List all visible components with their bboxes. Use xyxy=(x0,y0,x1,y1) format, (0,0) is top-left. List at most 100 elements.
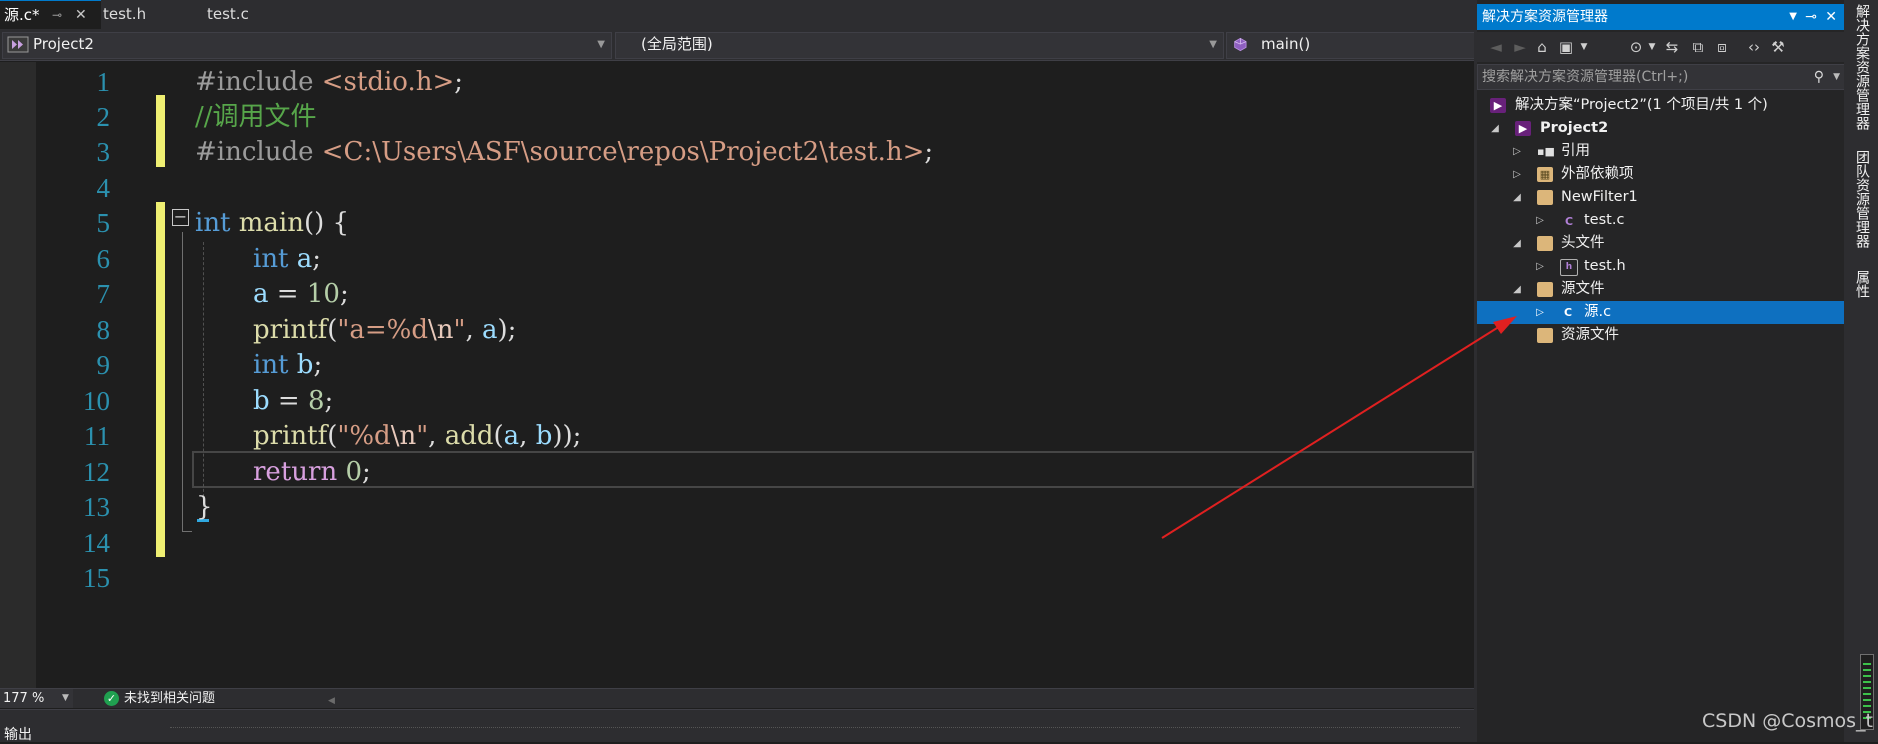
tree-item-references[interactable]: ▷ ▪■ 引用 xyxy=(1477,140,1847,163)
code-line-7: a = 10; xyxy=(253,279,349,309)
folder-icon xyxy=(1537,328,1553,343)
output-label[interactable]: 输出 xyxy=(4,724,32,744)
collapsed-icon[interactable]: ▷ xyxy=(1534,255,1546,278)
view-code-icon[interactable]: ‹› xyxy=(1745,38,1763,56)
current-line-highlight xyxy=(192,451,1474,488)
switch-views-icon[interactable]: ▣ xyxy=(1557,38,1575,56)
c-file-icon: C xyxy=(1564,215,1574,228)
project-icon: ▶ xyxy=(1515,121,1531,136)
side-tab-strip: 解决方案资源管理器 团队资源管理器 属性 xyxy=(1844,0,1878,742)
member-dropdown[interactable]: main() xyxy=(1226,32,1476,59)
pin-icon[interactable]: ⊸ xyxy=(52,1,62,30)
change-marker xyxy=(156,202,165,557)
tab-source-c[interactable]: 源.c* ⊸ ✕ xyxy=(0,0,101,30)
issues-label: 未找到相关问题 xyxy=(124,691,216,706)
function-icon xyxy=(1234,37,1247,52)
tree-item-project[interactable]: ◢ ▶ Project2 xyxy=(1477,117,1847,140)
output-panel-header: 输出 xyxy=(0,709,1474,744)
h-file-icon: h xyxy=(1560,259,1578,276)
code-line-6: int a; xyxy=(253,244,322,274)
tree-item-header-files[interactable]: ◢ 头文件 xyxy=(1477,232,1847,255)
chevron-down-icon: ▼ xyxy=(62,693,69,703)
check-circle-icon: ✓ xyxy=(104,691,119,706)
code-line-10: b = 8; xyxy=(253,386,334,416)
chevron-down-icon[interactable]: ▼ xyxy=(1575,38,1593,56)
panel-grip xyxy=(170,727,1460,728)
line-number: 5 xyxy=(96,208,111,238)
side-tab-team-explorer[interactable]: 团队资源管理器 xyxy=(1850,150,1872,248)
tree-item-source-files[interactable]: ◢ 源文件 xyxy=(1477,278,1847,301)
code-line-13: } xyxy=(196,492,213,522)
solution-explorer: 解决方案资源管理器 ▼ ⊸ ✕ ◄ ► ⌂ ▣ ▼ ⊙ ▼ ⇆ ⧉ ⧈ ‹› ⚒… xyxy=(1474,0,1847,742)
code-editor[interactable]: 1 2 3 4 5 6 7 8 9 10 11 12 13 14 15 − #i… xyxy=(0,62,1474,688)
collapsed-icon[interactable]: ▷ xyxy=(1534,301,1546,324)
tree-item-external-deps[interactable]: ▷ ▦ 外部依赖项 xyxy=(1477,163,1847,186)
line-number: 4 xyxy=(96,173,111,203)
folder-icon xyxy=(1537,282,1553,297)
line-number: 3 xyxy=(96,137,111,167)
tree-item-newfilter1[interactable]: ◢ NewFilter1 xyxy=(1477,186,1847,209)
collapse-icon[interactable]: − xyxy=(172,209,189,226)
code-line-2: //调用文件 xyxy=(195,102,317,132)
line-number: 12 xyxy=(83,457,110,487)
tree-item-solution[interactable]: ▶ 解决方案“Project2”(1 个项目/共 1 个) xyxy=(1477,94,1847,117)
watermark: CSDN @Cosmos_t xyxy=(1702,710,1873,732)
sync-icon[interactable]: ⇆ xyxy=(1663,38,1681,56)
external-deps-icon: ▦ xyxy=(1537,167,1553,182)
collapsed-icon[interactable]: ▷ xyxy=(1511,163,1523,186)
zoom-dropdown[interactable]: 177 % ▼ xyxy=(0,689,73,708)
collapse-all-icon[interactable]: ⧉ xyxy=(1689,38,1707,56)
line-number: 9 xyxy=(96,350,111,380)
expanded-icon[interactable]: ◢ xyxy=(1511,186,1523,209)
line-number: 13 xyxy=(83,492,110,522)
expanded-icon[interactable]: ◢ xyxy=(1489,117,1501,140)
line-number: 7 xyxy=(96,279,111,309)
line-number: 10 xyxy=(83,386,110,416)
code-line-12: return 0; xyxy=(253,457,371,487)
panel-title: 解决方案资源管理器 xyxy=(1482,9,1608,25)
tree-item-test-h[interactable]: ▷ h test.h xyxy=(1477,255,1847,278)
tree-item-test-c[interactable]: ▷ C test.c xyxy=(1477,209,1847,232)
scope-label: (全局范围) xyxy=(641,35,713,53)
code-line-3: #include <C:\Users\ASF\source\repos\Proj… xyxy=(195,137,934,167)
c-file-icon: C xyxy=(1563,306,1573,319)
code-line-1: #include <stdio.h>; xyxy=(195,67,464,97)
close-icon[interactable]: ✕ xyxy=(1825,4,1837,30)
home-icon[interactable]: ⌂ xyxy=(1533,38,1551,56)
search-placeholder: 搜索解决方案资源管理器(Ctrl+;) xyxy=(1482,69,1689,85)
folder-icon xyxy=(1537,236,1553,251)
side-tab-solution-explorer[interactable]: 解决方案资源管理器 xyxy=(1850,4,1872,130)
expanded-icon[interactable]: ◢ xyxy=(1511,278,1523,301)
editor-status-row: 177 % ▼ ✓ 未找到相关问题 ◀ xyxy=(0,688,1474,708)
tab-test-h[interactable]: test.h xyxy=(100,0,203,29)
solution-search-input[interactable]: 搜索解决方案资源管理器(Ctrl+;) ⚲ ▼ xyxy=(1477,64,1847,90)
forward-icon[interactable]: ► xyxy=(1511,38,1529,56)
close-icon[interactable]: ✕ xyxy=(75,1,87,30)
tree-item-resource-files[interactable]: 资源文件 xyxy=(1477,324,1847,347)
collapsed-icon[interactable]: ▷ xyxy=(1511,140,1523,163)
issues-indicator[interactable]: ✓ 未找到相关问题 xyxy=(101,689,331,708)
search-icon[interactable]: ⚲ xyxy=(1814,65,1824,89)
window-position-icon[interactable]: ▼ xyxy=(1789,4,1797,30)
change-marker xyxy=(156,95,165,167)
tab-label: 源.c* xyxy=(4,6,40,24)
properties-icon[interactable]: ⚒ xyxy=(1769,38,1787,56)
tab-label: test.h xyxy=(103,5,147,23)
scope-dropdown[interactable]: (全局范围) ▼ xyxy=(615,32,1224,59)
tree-item-source-c[interactable]: ▷ C 源.c xyxy=(1477,301,1847,324)
tab-test-c[interactable]: test.c xyxy=(205,0,307,29)
chevron-down-icon[interactable]: ▼ xyxy=(1643,38,1661,56)
editor-tab-bar: 源.c* ⊸ ✕ test.h test.c xyxy=(0,0,1474,30)
back-icon[interactable]: ◄ xyxy=(1487,38,1505,56)
member-label: main() xyxy=(1261,35,1311,53)
side-tab-properties[interactable]: 属性 xyxy=(1850,270,1872,298)
pin-icon[interactable]: ⊸ xyxy=(1805,4,1817,30)
navigation-bar: Project2 ▼ (全局范围) ▼ main() xyxy=(0,29,1476,61)
expanded-icon[interactable]: ◢ xyxy=(1511,232,1523,255)
chevron-down-icon[interactable]: ▼ xyxy=(1833,65,1840,89)
fold-guide xyxy=(182,531,192,532)
show-all-files-icon[interactable]: ⧈ xyxy=(1713,38,1731,56)
line-number: 2 xyxy=(96,102,111,132)
project-dropdown[interactable]: Project2 ▼ xyxy=(2,32,612,59)
collapsed-icon[interactable]: ▷ xyxy=(1534,209,1546,232)
